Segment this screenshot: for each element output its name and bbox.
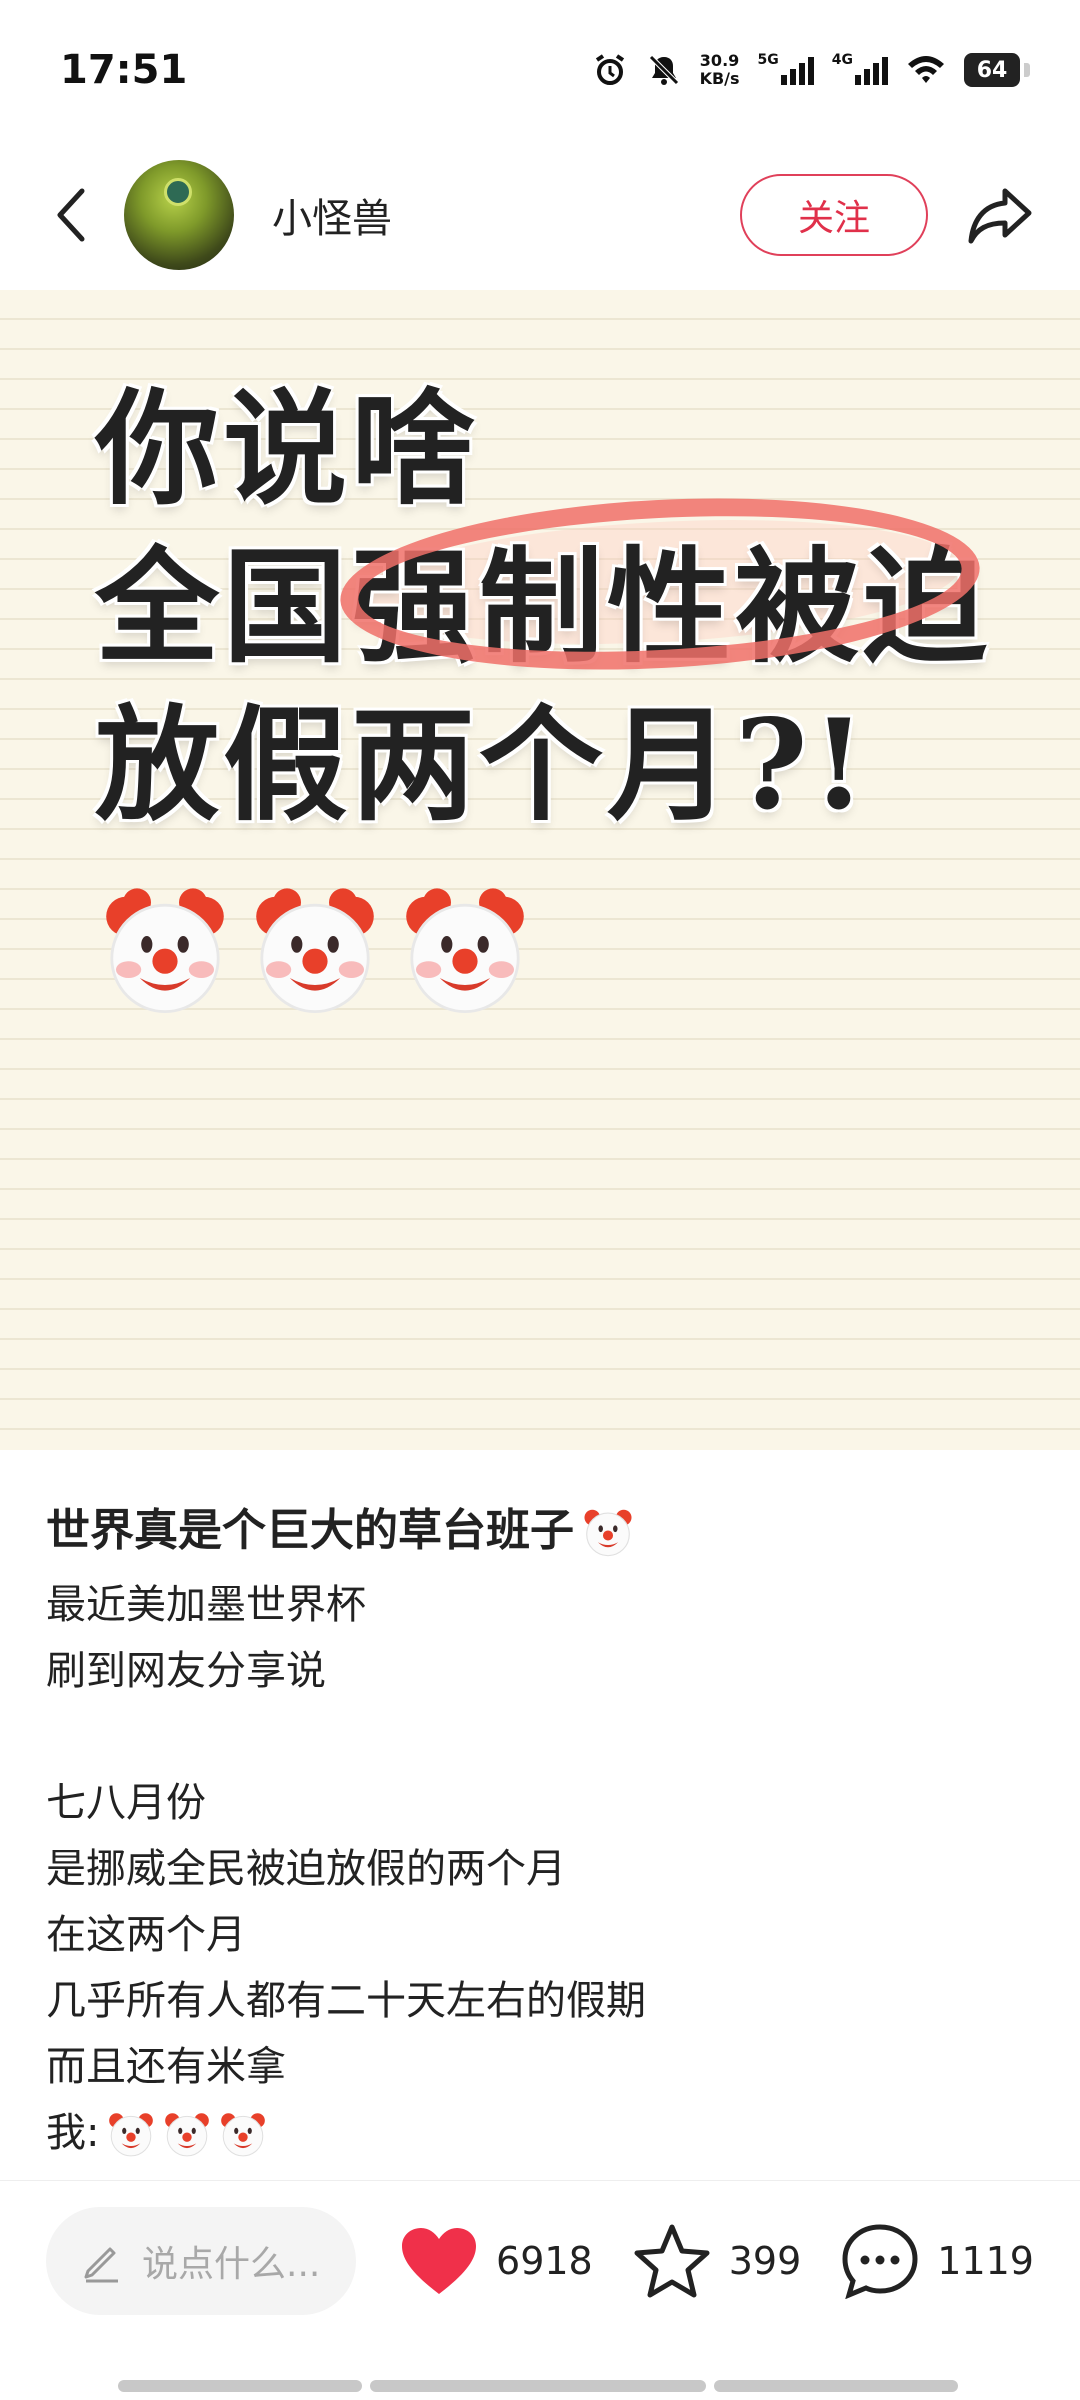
post-body-line-last: 我:: [46, 2100, 1036, 2166]
wifi-icon: [906, 54, 946, 86]
post-body-line: 在这两个月: [46, 1912, 246, 1958]
share-icon: [968, 188, 1032, 244]
comment-icon: [842, 2223, 918, 2299]
post-header: 小怪兽 关注: [0, 140, 1080, 290]
status-bar: 17:51 30.9 KB/s 5G 4G 64: [0, 0, 1080, 140]
post-cover-image[interactable]: 你说啥 全国强制性被迫 放假两个月?!: [0, 290, 1080, 1450]
mute-icon: [646, 52, 682, 88]
post-body-line: 七八月份: [46, 1780, 206, 1826]
post-content: 世界真是个巨大的草台班子 最近美加墨世界杯 刷到网友分享说 七八月份 是挪威全民…: [46, 1500, 1036, 2166]
clown-emoji-icon: [165, 2113, 210, 2157]
post-body: 最近美加墨世界杯 刷到网友分享说 七八月份 是挪威全民被迫放假的两个月 在这两个…: [46, 1572, 1036, 2166]
chevron-left-icon: [57, 188, 85, 242]
like-button[interactable]: 6918: [400, 2226, 593, 2296]
avatar[interactable]: [124, 160, 234, 270]
clown-emoji-icon: [109, 2113, 154, 2157]
author-name[interactable]: 小怪兽: [272, 186, 740, 244]
post-title-text: 世界真是个巨大的草台班子: [46, 1505, 574, 1556]
favorite-button[interactable]: 399: [633, 2223, 802, 2299]
post-body-line-text: 我:: [46, 2110, 100, 2156]
follow-button[interactable]: 关注: [740, 174, 928, 256]
comment-placeholder: 说点什么...: [142, 2243, 321, 2285]
cover-text-line: 你说啥: [95, 377, 480, 522]
clown-emoji-icon: [106, 888, 224, 1013]
clown-emoji-icon: [406, 888, 524, 1013]
post-body-line: 刷到网友分享说: [46, 1648, 326, 1694]
post-body-line: 是挪威全民被迫放假的两个月: [46, 1846, 566, 1892]
share-button[interactable]: [960, 175, 1040, 255]
signal-icon: 4G: [832, 52, 888, 85]
heart-icon: [402, 2227, 477, 2294]
post-body-line: 而且还有米拿: [46, 2044, 286, 2090]
comment-count: 1119: [937, 2238, 1034, 2283]
cover-text-line: 放假两个月?!: [95, 693, 871, 838]
post-body-line: [46, 1704, 1036, 1770]
signal-icon: 5G: [758, 52, 814, 85]
back-button[interactable]: [40, 175, 100, 255]
alarm-icon: [592, 52, 628, 88]
network-speed: 30.9 KB/s: [699, 51, 740, 88]
comment-button[interactable]: 1119: [841, 2223, 1034, 2299]
gesture-bar: [118, 2380, 958, 2392]
favorite-count: 399: [728, 2238, 802, 2283]
post-title: 世界真是个巨大的草台班子: [46, 1500, 1036, 1562]
clown-emoji-icon: [221, 2113, 266, 2157]
status-time: 17:51: [60, 47, 188, 93]
like-count: 6918: [496, 2238, 593, 2283]
clown-emoji-row: [95, 880, 535, 1020]
star-icon: [634, 2224, 710, 2297]
bottom-action-bar: 说点什么... 6918 399 1119: [0, 2180, 1080, 2340]
pencil-icon: [84, 2247, 118, 2282]
battery-icon: 64: [964, 53, 1030, 87]
clown-emoji-icon: [256, 888, 374, 1013]
clown-emoji-icon: [584, 1509, 632, 1557]
post-body-line: 最近美加墨世界杯: [46, 1582, 366, 1628]
status-icons: 30.9 KB/s 5G 4G 64: [592, 51, 1030, 88]
clown-emoji-row: [105, 2107, 269, 2159]
post-body-line: 几乎所有人都有二十天左右的假期: [46, 1978, 646, 2024]
comment-input[interactable]: 说点什么...: [46, 2206, 357, 2315]
